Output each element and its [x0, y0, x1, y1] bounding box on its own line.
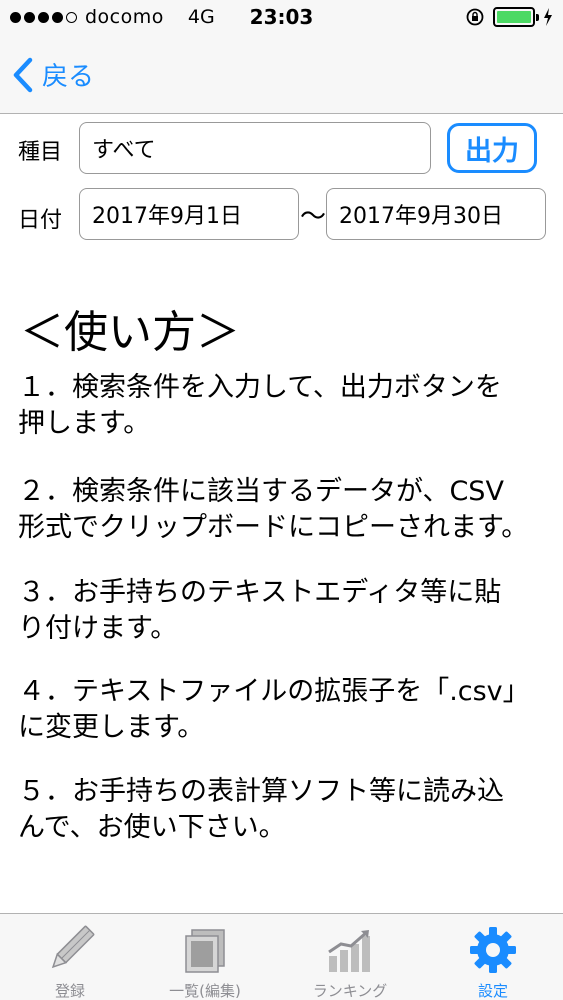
instruction-step: ５．お手持ちの表計算ソフト等に読み込 んで、お使い下さい。 [18, 774, 548, 846]
instruction-line: ２．検索条件に該当するデータが、CSV [18, 476, 504, 507]
date-label: 日付 [18, 208, 63, 233]
instruction-step: １．検索条件を入力して、出力ボタンを 押します。 [18, 370, 548, 442]
tab-list-edit[interactable]: 一覧(編集) [135, 914, 275, 1000]
charging-bolt-icon [544, 8, 552, 26]
instruction-step: ４．テキストファイルの拡張子を「.csv」 に変更します。 [18, 674, 548, 746]
instruction-line: 形式でクリップボードにコピーされます。 [18, 512, 529, 543]
back-button[interactable]: 戻る [12, 56, 94, 93]
gear-icon [470, 927, 516, 973]
instruction-line: 押します。 [18, 408, 151, 439]
category-field[interactable]: すべて [79, 122, 431, 174]
chart-icon [328, 930, 370, 972]
instruction-line: ３．お手持ちのテキストエディタ等に貼 [18, 577, 502, 608]
orientation-lock-icon [466, 8, 484, 26]
list-icon [185, 929, 225, 973]
battery-icon [493, 7, 539, 27]
tab-bar: 登録 一覧(編集) ランキング 設定 [0, 913, 563, 1000]
date-to-field[interactable]: 2017年9月30日 [326, 188, 546, 240]
category-label: 種目 [18, 140, 63, 165]
instruction-line: １．検索条件を入力して、出力ボタンを [18, 372, 502, 403]
chevron-left-icon [13, 57, 33, 92]
instruction-step: ３．お手持ちのテキストエディタ等に貼 り付けます。 [18, 575, 548, 647]
back-button-label: 戻る [42, 62, 95, 92]
status-bar: docomo 4G 23:03 [0, 0, 563, 36]
instruction-line: ４．テキストファイルの拡張子を「.csv」 [18, 676, 530, 707]
output-button[interactable]: 出力 [447, 123, 537, 173]
tab-label: 登録 [54, 982, 85, 1000]
date-from-field[interactable]: 2017年9月1日 [79, 188, 299, 240]
instructions-title: ＜使い方＞ [20, 307, 240, 358]
instruction-step: ２．検索条件に該当するデータが、CSV 形式でクリップボードにコピーされます。 [18, 474, 548, 546]
category-value: すべて [92, 138, 156, 163]
tab-label: ランキング [312, 982, 388, 1000]
instruction-line: んで、お使い下さい。 [18, 812, 286, 843]
instruction-line: に変更します。 [18, 712, 205, 743]
tab-ranking[interactable]: ランキング [280, 914, 420, 1000]
tab-settings[interactable]: 設定 [423, 914, 563, 1000]
instruction-line: ５．お手持ちの表計算ソフト等に読み込 [18, 776, 504, 807]
tab-register[interactable]: 登録 [0, 914, 140, 1000]
navigation-bar: 戻る [0, 36, 563, 114]
tab-label: 設定 [477, 982, 508, 1000]
date-range-separator: 〜 [300, 202, 327, 232]
instruction-line: り付けます。 [18, 613, 178, 644]
tab-label: 一覧(編集) [169, 982, 241, 1000]
pencil-icon [51, 925, 95, 969]
date-from-value: 2017年9月1日 [92, 204, 242, 229]
date-to-value: 2017年9月30日 [339, 204, 503, 229]
